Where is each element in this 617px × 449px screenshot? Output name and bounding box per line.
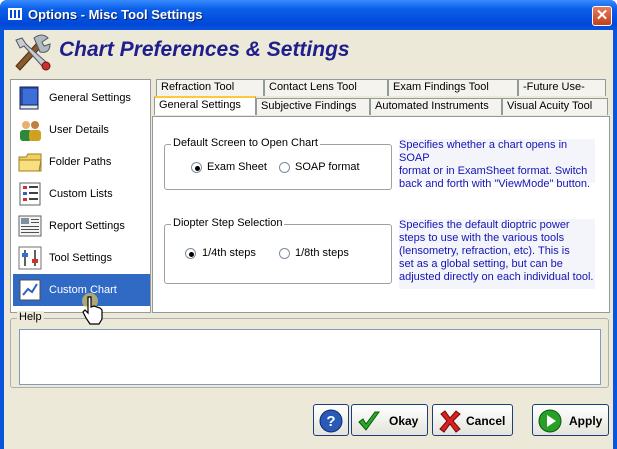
tab-visual-acuity-tool[interactable]: Visual Acuity Tool [502, 98, 608, 115]
radio-exam-sheet[interactable] [191, 162, 202, 173]
tab-exam-findings-tool[interactable]: Exam Findings Tool [388, 79, 518, 96]
okay-button[interactable]: Okay [351, 404, 428, 436]
settings-sidebar: General Settings User Details Folder Pat… [10, 79, 151, 313]
cancel-button[interactable]: Cancel [432, 404, 513, 436]
group-title: Default Screen to Open Chart [171, 137, 320, 149]
sidebar-item-label: Custom Lists [49, 188, 113, 200]
sidebar-item-label: General Settings [49, 92, 131, 104]
description-line: back and forth with "ViewMode" button. [399, 178, 591, 190]
tab-refraction-tool[interactable]: Refraction Tool [156, 79, 264, 96]
sidebar-item-report-settings[interactable]: Report Settings [13, 210, 150, 242]
diopter-step-description: Specifies the default dioptric power ste… [399, 219, 595, 289]
help-title: Help [17, 311, 44, 323]
folder-icon [18, 153, 42, 172]
window-title: Options - Misc Tool Settings [28, 7, 203, 22]
play-arrow-icon [538, 409, 562, 433]
description-line: Specifies the default dioptric power [399, 219, 570, 231]
checklist-icon [19, 182, 41, 206]
chart-icon [19, 279, 41, 301]
checkmark-icon [358, 411, 380, 431]
tools-icon [15, 34, 51, 71]
svg-text:?: ? [326, 413, 335, 430]
report-icon [18, 215, 42, 237]
sidebar-item-folder-paths[interactable]: Folder Paths [13, 146, 150, 178]
help-button[interactable]: ? [313, 404, 349, 436]
tabs-container: Refraction Tool Contact Lens Tool Exam F… [152, 79, 610, 313]
tab-subjective-findings[interactable]: Subjective Findings [256, 98, 370, 115]
tab-future-use[interactable]: -Future Use- [518, 79, 606, 96]
radio-label: 1/4th steps [202, 247, 256, 259]
sidebar-item-label: Tool Settings [49, 252, 112, 264]
tab-page-general-settings: Default Screen to Open Chart Exam Sheet … [152, 116, 610, 313]
red-x-icon [439, 410, 461, 433]
window-icon [8, 8, 22, 20]
title-bar[interactable]: Options - Misc Tool Settings ✕ [0, 0, 617, 30]
tab-automated-instruments[interactable]: Automated Instruments [370, 98, 502, 115]
sidebar-item-label: Folder Paths [49, 156, 112, 168]
sliders-icon [18, 246, 42, 270]
description-line: adjusted directly on each individual too… [399, 271, 594, 283]
description-line: (lensometry, refraction, etc). This is [399, 245, 570, 257]
sidebar-item-label: Report Settings [49, 220, 125, 232]
hand-cursor-icon [82, 293, 103, 325]
help-group: Help [10, 311, 609, 388]
default-screen-group: Default Screen to Open Chart Exam Sheet … [164, 137, 392, 190]
radio-label: Exam Sheet [207, 161, 267, 173]
tab-general-settings[interactable]: General Settings [154, 96, 256, 115]
sidebar-item-user-details[interactable]: User Details [13, 114, 150, 146]
close-button[interactable]: ✕ [592, 6, 612, 26]
description-line: format or in ExamSheet format. Switch [399, 165, 588, 177]
dialog-client-area: Chart Preferences & Settings General Set… [4, 30, 613, 449]
radio-label: 1/8th steps [295, 247, 349, 259]
cancel-label: Cancel [466, 414, 506, 428]
users-icon [20, 121, 41, 141]
okay-label: Okay [389, 414, 419, 428]
diopter-step-group: Diopter Step Selection 1/4th steps 1/8th… [164, 217, 392, 284]
question-mark-icon: ? [319, 409, 343, 433]
description-line: set as a global setting, but can be [399, 258, 563, 270]
apply-label: Apply [569, 414, 603, 428]
options-window: Options - Misc Tool Settings ✕ Chart Pre… [0, 0, 617, 449]
page-title: Chart Preferences & Settings [59, 38, 350, 61]
radio-eighth-steps[interactable] [279, 248, 290, 259]
description-line: Specifies whether a chart opens in SOAP [399, 139, 568, 164]
sidebar-item-general-settings[interactable]: General Settings [13, 82, 150, 114]
radio-label: SOAP format [295, 161, 360, 173]
sidebar-item-tool-settings[interactable]: Tool Settings [13, 242, 150, 274]
default-screen-description: Specifies whether a chart opens in SOAP … [399, 139, 595, 190]
book-icon [19, 86, 39, 110]
group-title: Diopter Step Selection [171, 217, 285, 229]
description-line: steps to use with the various tools [399, 232, 565, 244]
sidebar-item-custom-lists[interactable]: Custom Lists [13, 178, 150, 210]
sidebar-item-label: User Details [49, 124, 109, 136]
radio-quarter-steps[interactable] [185, 248, 196, 259]
help-textarea[interactable] [19, 329, 601, 385]
tab-contact-lens-tool[interactable]: Contact Lens Tool [264, 79, 388, 96]
apply-button[interactable]: Apply [532, 404, 609, 436]
radio-soap-format[interactable] [279, 162, 290, 173]
